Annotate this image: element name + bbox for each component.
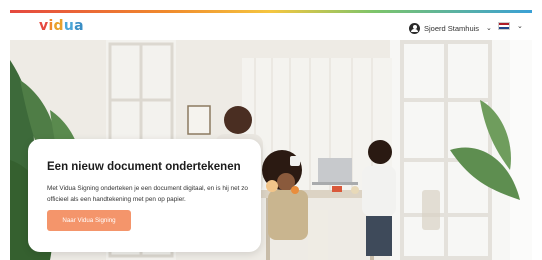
sign-document-card: Een nieuw document ondertekenen Met Vidu… <box>28 139 261 252</box>
logo-letter: d <box>53 18 64 34</box>
vidua-logo[interactable]: vidua <box>39 18 84 34</box>
logo-letter: a <box>74 18 84 34</box>
logo-letter: u <box>63 18 75 34</box>
netherlands-flag-icon <box>498 22 510 30</box>
card-description: Met Vidua Signing onderteken je een docu… <box>47 185 248 203</box>
language-selector[interactable]: ⌄ <box>498 22 523 30</box>
hero-banner: Een nieuw document ondertekenen Met Vidu… <box>10 40 532 260</box>
go-to-vidua-signing-button[interactable]: Naar Vidua Signing <box>47 210 131 231</box>
top-bar: vidua Sjoerd Stamhuis ⌄ ⌄ <box>10 13 532 40</box>
user-menu[interactable]: Sjoerd Stamhuis ⌄ <box>409 21 492 35</box>
user-name: Sjoerd Stamhuis <box>424 23 480 33</box>
user-icon <box>409 22 420 34</box>
card-title: Een nieuw document ondertekenen <box>47 161 241 173</box>
chevron-down-icon: ⌄ <box>517 23 523 30</box>
chevron-down-icon: ⌄ <box>486 25 492 32</box>
